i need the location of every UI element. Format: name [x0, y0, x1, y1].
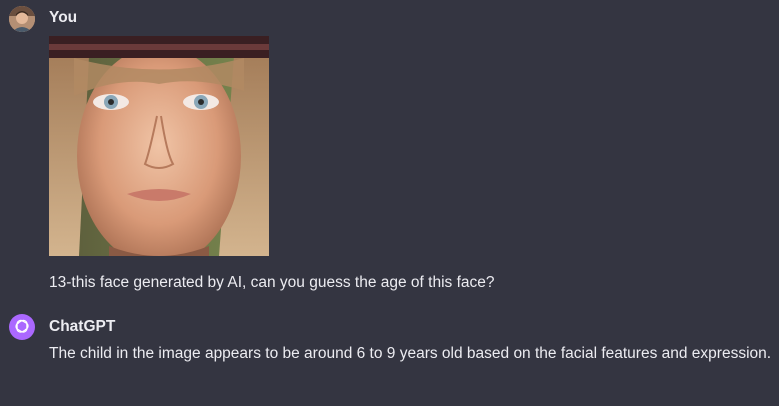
- openai-logo-icon: [15, 319, 29, 333]
- user-author-name: You: [49, 9, 78, 26]
- chatgpt-author-name: ChatGPT: [49, 318, 116, 335]
- user-avatar: [9, 6, 35, 32]
- attached-face-image[interactable]: [49, 36, 269, 256]
- chat-thread: You 13-this face generated by AI, can yo…: [0, 0, 779, 406]
- user-avatar-image: [9, 6, 35, 32]
- chatgpt-avatar: [9, 314, 35, 340]
- assistant-message-text: The child in the image appears to be aro…: [49, 345, 772, 362]
- user-message-text: 13-this face generated by AI, can you gu…: [49, 274, 495, 291]
